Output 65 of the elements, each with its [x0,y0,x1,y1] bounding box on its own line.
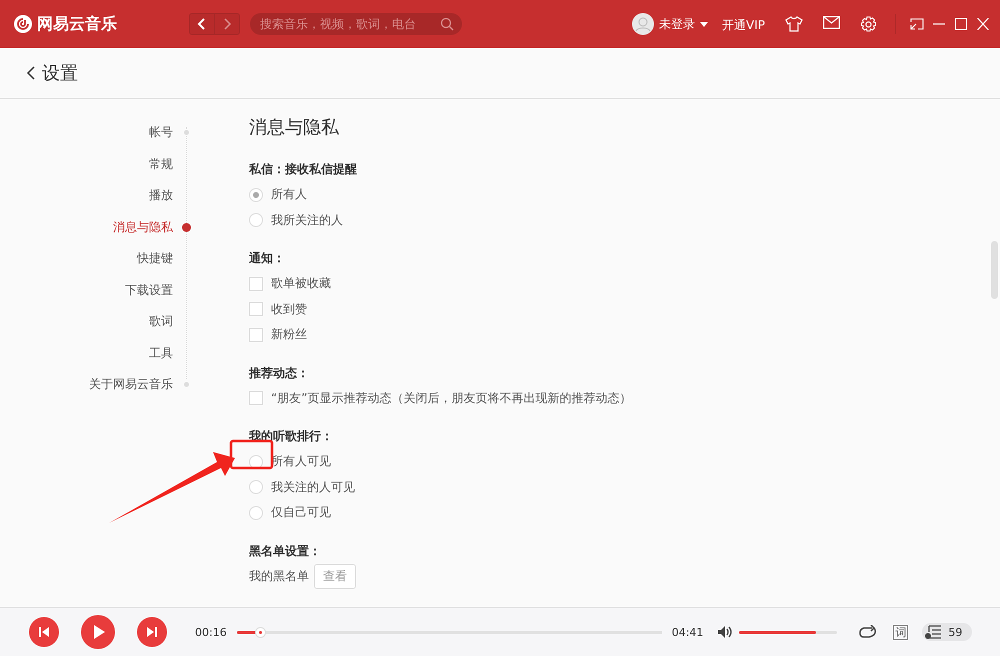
option-label: 新粉丝 [271,326,307,344]
radio-button[interactable] [249,480,263,494]
radio-button[interactable] [249,454,263,469]
sidebar-item[interactable]: 歌词 [149,313,173,330]
volume-slider[interactable] [739,630,838,634]
sidebar-item[interactable]: 工具 [149,344,173,362]
group-label: 私信：接收私信提醒 [249,161,358,178]
sidebar-item[interactable]: 关于网易云音乐 [89,376,173,394]
maximize-icon[interactable] [954,18,968,30]
search-icon[interactable] [440,17,454,31]
mini-mode-icon[interactable] [910,18,924,30]
back-icon[interactable] [26,65,36,81]
progress-handle[interactable] [254,626,266,638]
caret-icon[interactable] [700,22,708,26]
timeline-dot [184,382,189,388]
checkbox[interactable] [249,276,263,291]
radio-button[interactable] [249,213,263,228]
shirt-icon[interactable] [785,16,803,32]
search-field[interactable]: 搜索音乐，视频，歌词，电台 [250,13,462,35]
close-icon[interactable] [976,18,990,30]
avatar-icon[interactable] [632,13,654,35]
page-title: 设置 [42,62,78,85]
mail-icon[interactable] [823,16,840,28]
settings-icon[interactable] [860,16,877,32]
section-title: 消息与隐私 [249,116,340,139]
vip-link[interactable]: 开通VIP [722,18,765,32]
highlight-box [230,440,274,470]
previous-button[interactable] [29,617,59,647]
elapsed-time: 00:16 [195,626,227,638]
playlist-count: 59 [948,626,962,638]
playlist-icon [924,624,942,640]
checkbox[interactable] [249,302,263,316]
sidebar-item[interactable]: 消息与隐私 [113,218,173,236]
sidebar-item[interactable]: 播放 [149,187,173,204]
sidebar-item[interactable]: 常规 [149,156,173,173]
option-label: 我所关注的人 [271,212,343,229]
next-button[interactable] [137,617,167,647]
repeat-icon[interactable] [859,625,878,639]
volume-icon[interactable] [717,625,734,639]
duration-time: 04:41 [672,626,704,638]
option-label: 我关注的人可见 [271,478,355,496]
app-name: 网易云音乐 [37,14,117,34]
sidebar-item[interactable]: 快捷键 [137,250,173,268]
user-name[interactable]: 未登录 [659,16,696,32]
checkbox[interactable] [249,391,263,406]
lyrics-button[interactable]: 词 [893,624,908,640]
option-label: 仅自己可见 [271,504,331,522]
scrollbar-thumb[interactable] [991,241,998,299]
logo-icon [14,15,32,33]
play-button[interactable] [81,615,115,649]
group-label: 通知： [249,250,286,267]
option-label: “朋友”页显示推荐动态（关闭后，朋友页将不再出现新的推荐动态） [271,390,632,407]
option-label: 所有人 [271,186,307,204]
group-label: 推荐动态： [249,364,310,382]
sidebar-item[interactable]: 下载设置 [125,282,173,299]
radio-button[interactable] [249,188,263,202]
option-label: 歌单被收藏 [271,275,331,292]
checkbox[interactable] [249,328,263,342]
active-dot [182,222,191,232]
group-label: 黑名单设置： [249,542,322,560]
blacklist-label: 我的黑名单 [249,568,309,584]
option-label: 收到赞 [271,300,307,318]
radio-button[interactable] [249,506,263,520]
playlist-button[interactable]: 59 [922,623,972,641]
sidebar-item[interactable]: 帐号 [149,124,173,142]
